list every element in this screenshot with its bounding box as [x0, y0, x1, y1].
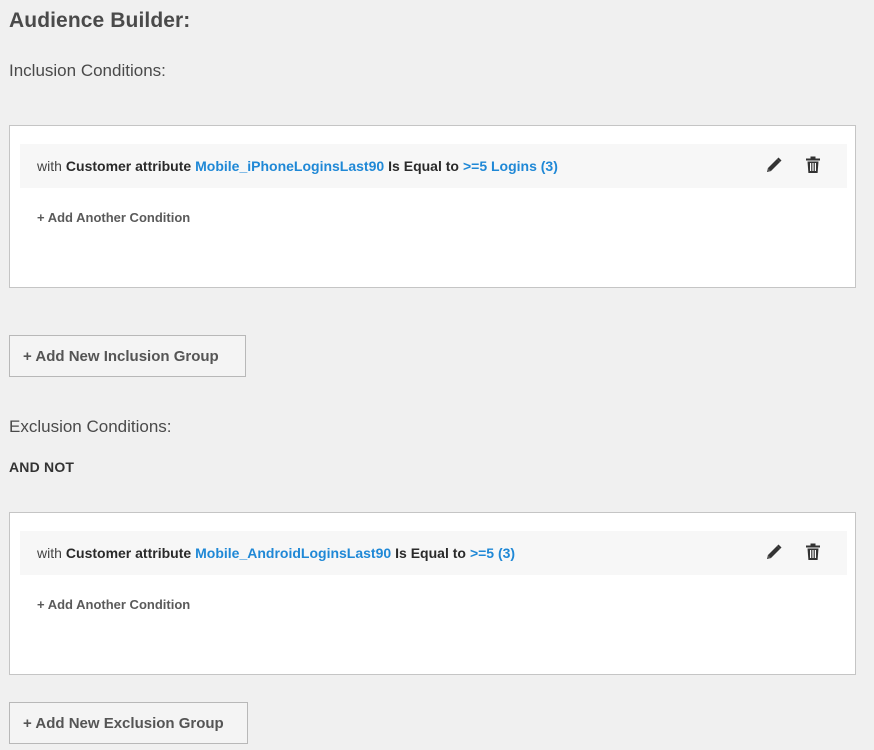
trash-icon[interactable] [803, 542, 822, 561]
add-another-condition-link[interactable]: + Add Another Condition [37, 210, 190, 225]
condition-entity: Customer attribute [65, 545, 192, 561]
condition-value-link[interactable]: >=5 (3) [470, 545, 515, 561]
inclusion-condition-row: with Customer attribute Mobile_iPhoneLog… [20, 144, 847, 188]
add-inclusion-group-button[interactable]: + Add New Inclusion Group [9, 335, 246, 377]
condition-actions [764, 155, 822, 174]
page-title: Audience Builder: [9, 9, 191, 32]
exclusion-group: with Customer attribute Mobile_AndroidLo… [9, 512, 856, 675]
condition-prefix: with [37, 545, 62, 561]
add-another-condition-link[interactable]: + Add Another Condition [37, 597, 190, 612]
condition-operator: Is Equal to [388, 158, 459, 174]
condition-value-link[interactable]: >=5 Logins (3) [463, 158, 558, 174]
condition-operator: Is Equal to [395, 545, 466, 561]
and-not-label: AND NOT [9, 459, 75, 475]
exclusion-condition-row: with Customer attribute Mobile_AndroidLo… [20, 531, 847, 575]
add-exclusion-group-button[interactable]: + Add New Exclusion Group [9, 702, 248, 744]
trash-icon[interactable] [803, 155, 822, 174]
pencil-icon[interactable] [764, 542, 783, 561]
condition-attribute-link[interactable]: Mobile_iPhoneLoginsLast90 [195, 158, 384, 174]
inclusion-group: with Customer attribute Mobile_iPhoneLog… [9, 125, 856, 288]
condition-entity: Customer attribute [65, 158, 192, 174]
inclusion-conditions-label: Inclusion Conditions: [9, 61, 166, 80]
condition-prefix: with [37, 158, 62, 174]
pencil-icon[interactable] [764, 155, 783, 174]
condition-attribute-link[interactable]: Mobile_AndroidLoginsLast90 [195, 545, 391, 561]
condition-actions [764, 542, 822, 561]
exclusion-conditions-label: Exclusion Conditions: [9, 417, 172, 436]
